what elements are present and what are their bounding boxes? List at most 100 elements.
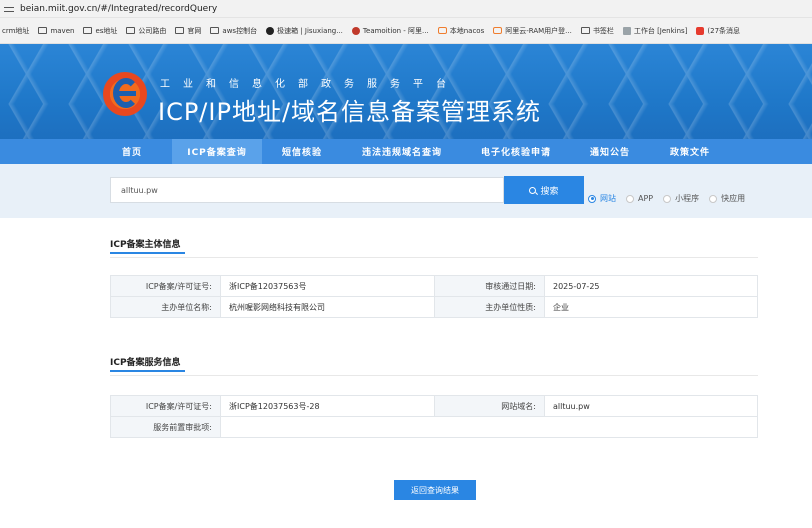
bookmark-label: 公司路由 (138, 26, 167, 35)
bookmark-label: crm地址 (2, 26, 30, 35)
field-label: 主办单位性质: (434, 296, 545, 318)
banner-title: ICP/IP地址/域名信息备案管理系统 (158, 98, 542, 126)
radio-app[interactable]: APP (626, 194, 653, 203)
bookmark-label: 极速箱 | Jisuxiang... (277, 26, 343, 35)
field-label: 网站域名: (434, 395, 545, 417)
field-value: 2025-07-25 (544, 275, 758, 297)
bookmark-aws[interactable]: aws控制台 (210, 26, 257, 36)
radio-label: 小程序 (675, 194, 700, 203)
bracket-icon (437, 27, 447, 34)
radio-label: APP (638, 194, 654, 203)
field-label: 审核通过日期: (434, 275, 545, 297)
dot-icon (266, 26, 275, 35)
bookmark-crm[interactable]: crm地址 (2, 26, 29, 36)
radio-miniprogram[interactable]: 小程序 (663, 193, 699, 204)
field-value: 浙ICP备12037563号-28 (220, 395, 435, 417)
banner-subtitle: 工业和信息化部政务服务平台 (160, 79, 459, 90)
bookmark-label: aws控制台 (222, 26, 258, 35)
bookmark-label: 工作台 [Jenkins] (633, 26, 688, 35)
site-logo-icon (103, 72, 147, 116)
bookmark-router[interactable]: 公司路由 (126, 26, 166, 36)
bookmark-nacos[interactable]: 本地nacos (437, 26, 485, 36)
folder-icon (580, 27, 590, 34)
bookmark-jisuxiang[interactable]: 极速箱 | Jisuxiang... (266, 26, 343, 36)
field-value: 企业 (544, 296, 758, 318)
table-row: ICP备案/许可证号: 浙ICP备12037563号 审核通过日期: 2025-… (110, 275, 758, 297)
nav-item-icp-query[interactable]: ICP备案查询 (172, 139, 262, 164)
folder-icon (126, 27, 136, 34)
search-button-label: 搜索 (540, 186, 559, 197)
bookmark-label: es地址 (95, 26, 118, 35)
section-title-subject: ICP备案主体信息 (110, 237, 185, 254)
bracket-icon (493, 27, 503, 34)
field-value: 杭州喔影网络科技有限公司 (220, 296, 435, 318)
bookmark-label: maven (50, 26, 75, 35)
site-banner: 工业和信息化部政务服务平台 ICP/IP地址/域名信息备案管理系统 (0, 44, 812, 139)
radio-website[interactable]: 网站 (588, 193, 616, 204)
section-title-text: ICP备案主体信息 (110, 240, 181, 250)
bookmark-teambition[interactable]: Teamoition - 阿里... (351, 26, 429, 36)
folder-icon (38, 27, 48, 34)
bookmark-bookmarks[interactable]: 书签栏 (580, 26, 614, 36)
radio-dot-icon (626, 194, 634, 203)
service-info-table: ICP备案/许可证号: 浙ICP备12037563号-28 网站域名: allt… (110, 395, 758, 438)
nav-item-home[interactable]: 首页 (92, 139, 172, 164)
field-label: 主办单位名称: (110, 296, 221, 318)
main-nav: 首页 ICP备案查询 短信核验 违法违规域名查询 电子化核验申请 通知公告 政策… (0, 139, 812, 164)
field-value: 浙ICP备12037563号 (220, 275, 435, 297)
bookmark-site[interactable]: 官网 (175, 26, 201, 36)
section-divider (110, 375, 758, 376)
worker-icon (622, 26, 631, 35)
bookmark-label: (27条消息 (707, 26, 741, 35)
radio-dot-icon (709, 194, 718, 203)
globe-icon (351, 26, 360, 35)
bookmark-es[interactable]: es地址 (83, 26, 117, 36)
bookmark-jenkins[interactable]: 工作台 [Jenkins] (622, 26, 688, 36)
nav-item-policy[interactable]: 政策文件 (650, 139, 730, 164)
bookmark-label: 阿里云-RAM用户登... (505, 26, 572, 35)
nav-item-notices[interactable]: 通知公告 (570, 139, 650, 164)
subject-info-table: ICP备案/许可证号: 浙ICP备12037563号 审核通过日期: 2025-… (110, 275, 758, 318)
table-row: 主办单位名称: 杭州喔影网络科技有限公司 主办单位性质: 企业 (110, 296, 758, 318)
folder-icon (175, 27, 185, 34)
search-type-radios: 网站 APP 小程序 快应用 (588, 193, 755, 204)
bookmark-aliyun-ram[interactable]: 阿里云-RAM用户登... (493, 26, 572, 36)
search-icon (529, 186, 537, 194)
search-button[interactable]: 搜索 (504, 176, 584, 204)
url-text[interactable]: beian.miit.gov.cn/#/Integrated/recordQue… (20, 4, 217, 14)
back-to-results-button[interactable]: 返回查询结果 (394, 480, 476, 500)
radio-label: 快应用 (721, 194, 746, 203)
radio-quickapp[interactable]: 快应用 (709, 193, 745, 204)
bookmark-messages[interactable]: (27条消息 (696, 26, 740, 36)
section-title-service: ICP备案服务信息 (110, 355, 185, 372)
section-underline (110, 252, 185, 254)
folder-icon (210, 27, 220, 34)
section-underline (110, 370, 185, 372)
search-input[interactable]: alltuu.pw (110, 177, 504, 203)
table-row: ICP备案/许可证号: 浙ICP备12037563号-28 网站域名: allt… (110, 395, 758, 417)
bookmark-label: 本地nacos (449, 26, 485, 35)
field-value (220, 416, 758, 438)
table-row: 服务前置审批项: (110, 416, 758, 438)
nav-item-sms-verify[interactable]: 短信核验 (262, 139, 342, 164)
section-title-text: ICP备案服务信息 (110, 358, 181, 368)
search-area: alltuu.pw 搜索 网站 APP 小程序 快应用 (0, 164, 812, 218)
field-label: ICP备案/许可证号: (110, 395, 221, 417)
nav-item-e-verify[interactable]: 电子化核验申请 (462, 139, 570, 164)
bookmark-label: 官网 (187, 26, 202, 35)
field-label: 服务前置审批项: (110, 416, 221, 438)
bookmarks-bar: crm地址 maven es地址 公司路由 官网 aws控制台 极速箱 | Ji… (0, 18, 812, 44)
bookmark-maven[interactable]: maven (38, 27, 74, 35)
radio-dot-icon (663, 194, 672, 203)
radio-label: 网站 (600, 194, 616, 203)
folder-icon (83, 27, 93, 34)
red-icon (696, 26, 705, 35)
bookmark-label: 书签栏 (592, 26, 614, 35)
section-divider (110, 257, 758, 258)
address-bar[interactable]: beian.miit.gov.cn/#/Integrated/recordQue… (0, 0, 812, 18)
nav-item-illegal-domain[interactable]: 违法违规域名查询 (342, 139, 462, 164)
bookmark-label: Teamoition - 阿里... (362, 26, 429, 35)
field-label: ICP备案/许可证号: (110, 275, 221, 297)
site-settings-icon[interactable] (4, 4, 14, 14)
field-value: alltuu.pw (544, 395, 758, 417)
